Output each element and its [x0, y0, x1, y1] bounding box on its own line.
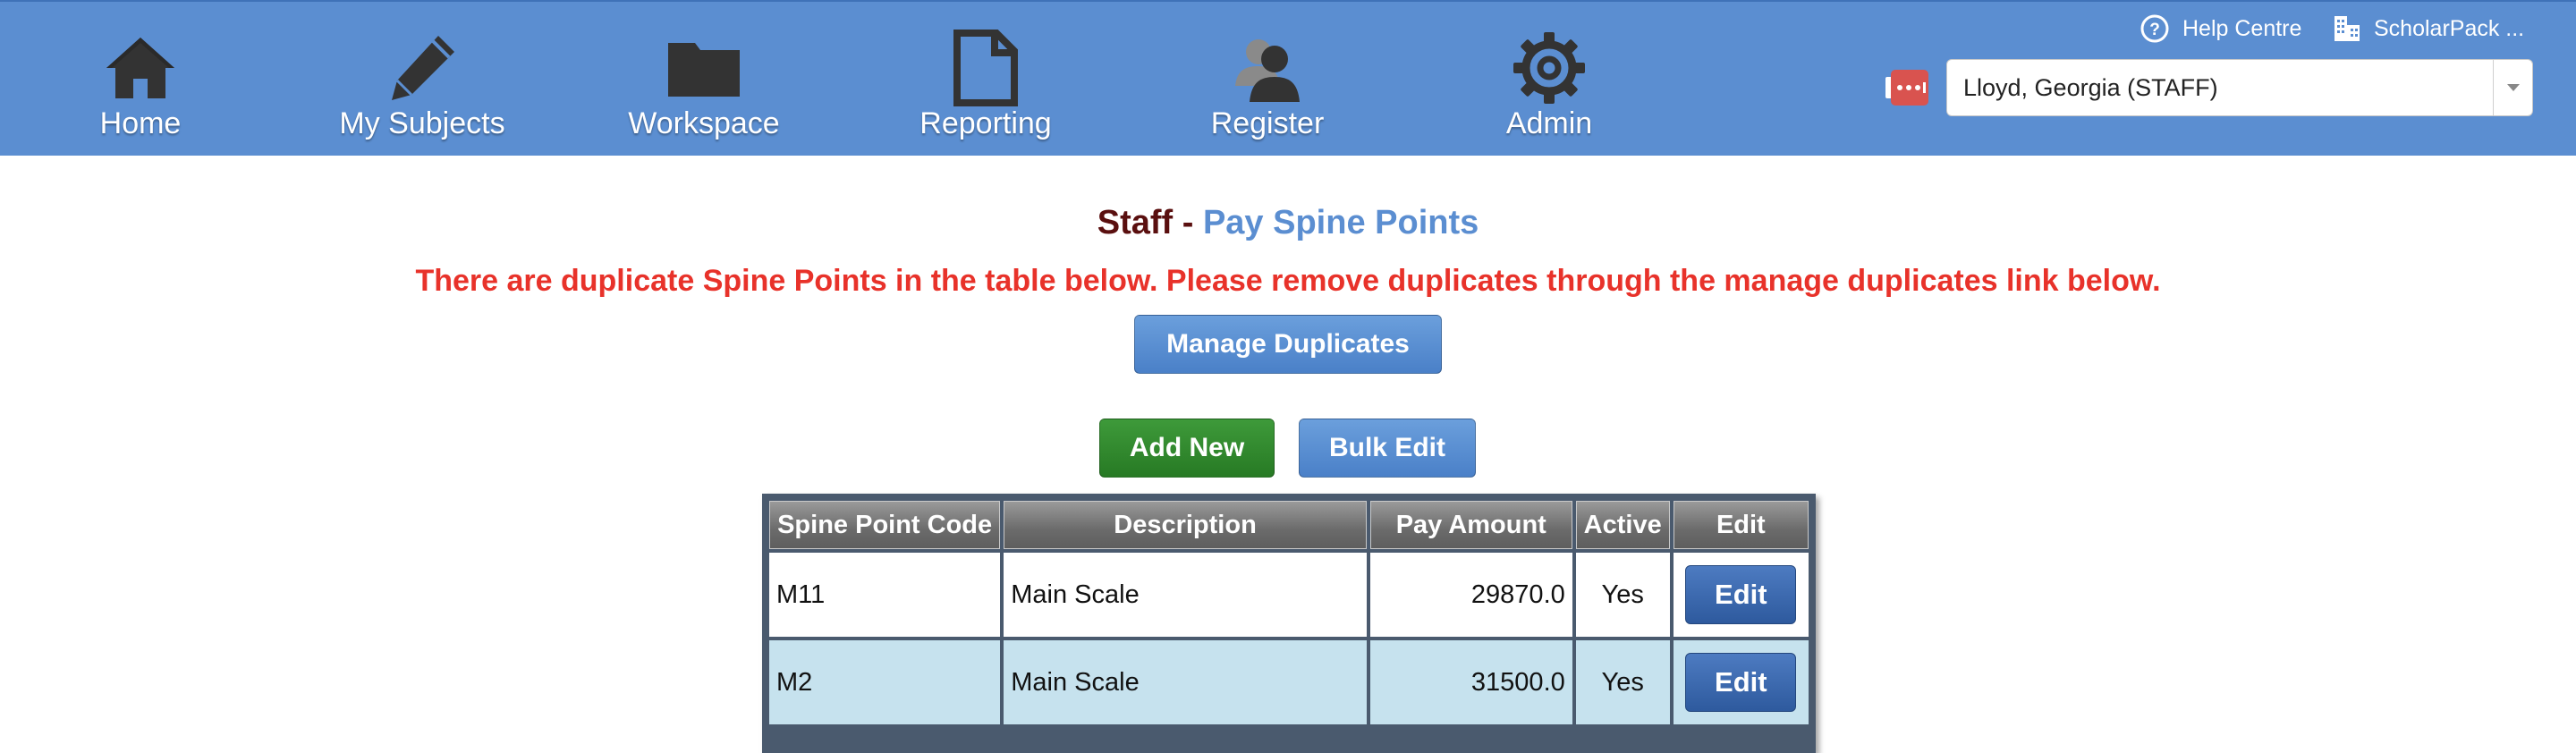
home-icon	[97, 25, 183, 111]
user-switch-icon[interactable]	[1885, 68, 1928, 107]
page-title-separator: -	[1182, 204, 1194, 241]
cell-code: M2	[769, 640, 1001, 724]
chevron-down-icon[interactable]	[2493, 60, 2532, 115]
cell-edit: Edit	[1673, 553, 1809, 637]
cell-active: Yes	[1575, 553, 1670, 637]
edit-button[interactable]: Edit	[1685, 653, 1797, 712]
cell-edit: Edit	[1673, 640, 1809, 724]
page-title: Staff - Pay Spine Points	[0, 200, 2576, 245]
building-icon	[2333, 14, 2361, 43]
nav-my-subjects[interactable]: My Subjects	[306, 20, 538, 145]
cell-pay-amount: 29870.0	[1369, 553, 1572, 637]
edit-button[interactable]: Edit	[1685, 565, 1797, 624]
nav-workspace-label: Workspace	[628, 106, 780, 140]
table-header-row: Spine Point Code Description Pay Amount …	[769, 501, 1809, 549]
cell-code: M11	[769, 553, 1001, 637]
school-link[interactable]: ScholarPack ...	[2333, 9, 2524, 48]
manage-duplicates-button[interactable]: Manage Duplicates	[1134, 315, 1442, 374]
folder-icon	[661, 25, 747, 111]
add-new-button[interactable]: Add New	[1099, 419, 1275, 478]
pencil-icon	[379, 25, 465, 111]
column-header-active[interactable]: Active	[1575, 501, 1670, 549]
table-row: M2 Main Scale 31500.0 Yes Edit	[769, 640, 1809, 724]
nav-register-label: Register	[1210, 106, 1325, 140]
column-header-edit: Edit	[1673, 501, 1809, 549]
svg-text:?: ?	[2149, 21, 2160, 39]
column-header-pay-amount[interactable]: Pay Amount	[1369, 501, 1572, 549]
spine-points-table: Spine Point Code Description Pay Amount …	[762, 494, 1816, 753]
top-nav-bar: Home My Subjects Workspace Reporting Reg…	[0, 0, 2576, 156]
cell-description: Main Scale	[1004, 640, 1367, 724]
help-centre-link[interactable]: ? Help Centre	[2140, 9, 2301, 48]
bulk-edit-button[interactable]: Bulk Edit	[1299, 419, 1476, 478]
school-label: ScholarPack ...	[2374, 15, 2525, 41]
nav-home-label: Home	[99, 106, 182, 140]
cell-active: Yes	[1575, 640, 1670, 724]
nav-reporting-label: Reporting	[919, 106, 1052, 140]
page-title-section: Staff	[1097, 204, 1174, 241]
nav-admin-label: Admin	[1505, 106, 1593, 140]
cell-pay-amount: 31500.0	[1369, 640, 1572, 724]
users-icon	[1224, 25, 1310, 111]
nav-register[interactable]: Register	[1151, 20, 1384, 145]
column-header-code[interactable]: Spine Point Code	[769, 501, 1001, 549]
page-title-subsection: Pay Spine Points	[1202, 204, 1479, 241]
nav-home[interactable]: Home	[24, 20, 257, 145]
duplicate-warning: There are duplicate Spine Points in the …	[415, 264, 2161, 298]
column-header-description[interactable]: Description	[1004, 501, 1367, 549]
help-centre-label: Help Centre	[2182, 15, 2302, 41]
nav-workspace[interactable]: Workspace	[588, 20, 820, 145]
help-circle-icon: ?	[2140, 13, 2170, 44]
cell-description: Main Scale	[1004, 553, 1367, 637]
nav-reporting[interactable]: Reporting	[869, 20, 1102, 145]
table-row: M11 Main Scale 29870.0 Yes Edit	[769, 553, 1809, 637]
gear-icon	[1506, 25, 1592, 111]
document-icon	[943, 25, 1029, 111]
nav-my-subjects-label: My Subjects	[339, 106, 505, 140]
user-select[interactable]: Lloyd, Georgia (STAFF)	[1946, 59, 2533, 116]
nav-admin[interactable]: Admin	[1433, 20, 1665, 145]
user-select-value: Lloyd, Georgia (STAFF)	[1963, 73, 2218, 101]
